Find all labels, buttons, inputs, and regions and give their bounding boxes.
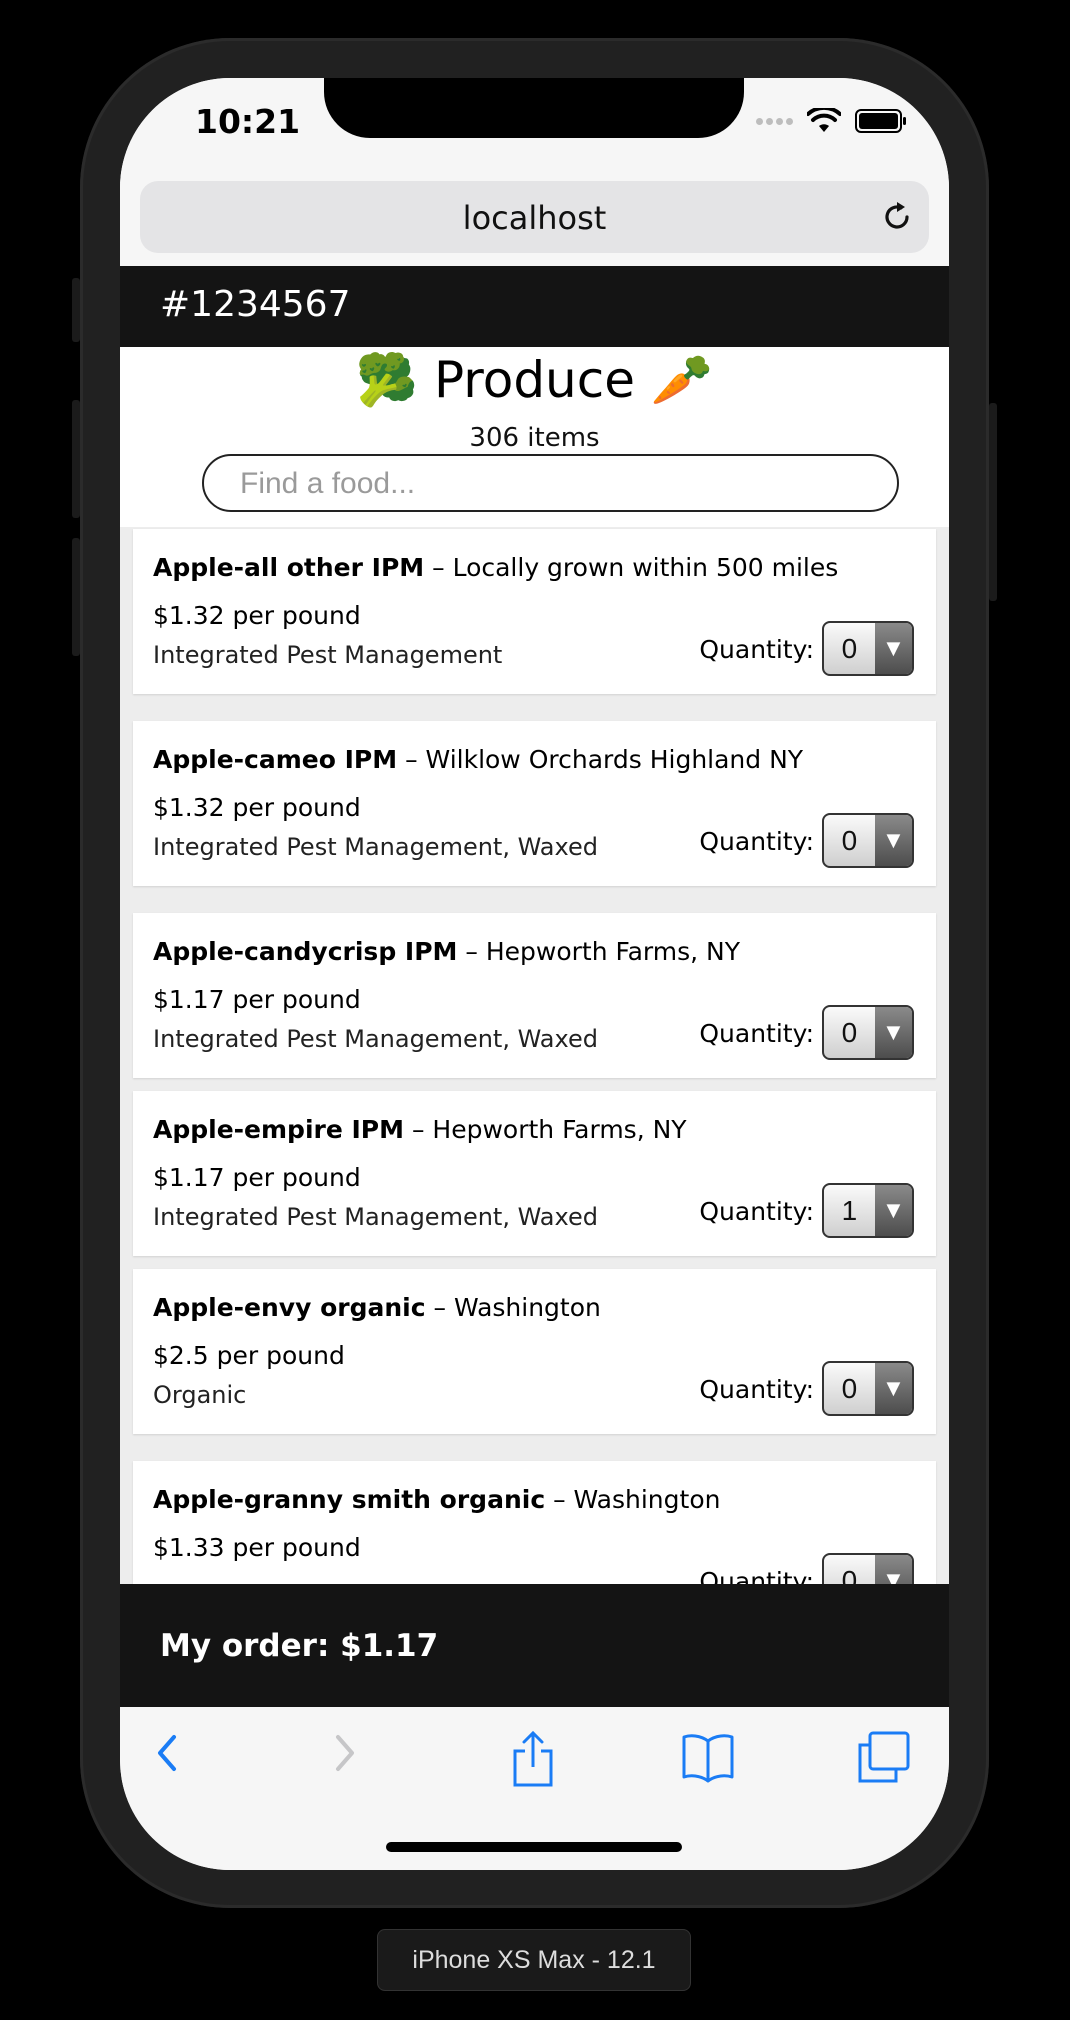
quantity-label: Quantity: (699, 635, 814, 664)
quantity-select[interactable]: 0 ▼ (822, 1553, 914, 1587)
order-id: #1234567 (160, 284, 351, 325)
item-title: Apple-cameo IPM – Wilklow Orchards Highl… (153, 745, 803, 774)
quantity-select[interactable]: 0 ▼ (822, 1361, 914, 1416)
device-side-button (72, 278, 80, 342)
item-price: $1.32 per pound (153, 601, 361, 630)
device-side-button (989, 403, 997, 601)
status-icons (756, 108, 907, 134)
item-price: $1.17 per pound (153, 1163, 361, 1192)
item-notes: Integrated Pest Management, Waxed (153, 833, 598, 861)
quantity-label: Quantity: (699, 827, 814, 856)
item-title: Apple-empire IPM – Hepworth Farms, NY (153, 1115, 687, 1144)
device-side-button (72, 538, 80, 656)
search-input[interactable] (238, 466, 882, 502)
list-item: Apple-granny smith organic – Washington … (133, 1461, 936, 1587)
quantity-value: 0 (841, 1017, 858, 1048)
chevron-down-icon: ▼ (874, 815, 912, 866)
battery-icon (855, 109, 906, 133)
order-total[interactable]: My order: $1.17 (160, 1628, 438, 1664)
item-separator: – (457, 937, 486, 966)
item-name: Apple-envy organic (153, 1293, 426, 1322)
item-price: $1.33 per pound (153, 1533, 361, 1562)
item-separator: – (397, 745, 426, 774)
search-field[interactable] (202, 454, 899, 512)
quantity-label: Quantity: (699, 1375, 814, 1404)
item-origin: Hepworth Farms, NY (485, 937, 740, 966)
chevron-down-icon: ▼ (874, 1555, 912, 1587)
bookmarks-icon[interactable] (680, 1729, 736, 1785)
share-icon[interactable] (510, 1729, 556, 1789)
back-icon[interactable] (148, 1729, 184, 1777)
list-item: Apple-all other IPM – Locally grown with… (133, 529, 936, 694)
order-header: #1234567 (120, 266, 949, 347)
home-indicator[interactable] (386, 1842, 682, 1852)
list-item: Apple-cameo IPM – Wilklow Orchards Highl… (133, 721, 936, 886)
item-price: $1.17 per pound (153, 985, 361, 1014)
page-content[interactable]: 🥦 Produce 🥕 306 items Apple-all other IP… (120, 347, 949, 1587)
item-notes: Integrated Pest Management, Waxed (153, 1203, 598, 1231)
chevron-down-icon: ▼ (874, 1007, 912, 1058)
item-origin: Washington (453, 1293, 601, 1322)
chevron-down-icon: ▼ (874, 1185, 912, 1236)
item-notes: Organic (153, 1381, 247, 1409)
chevron-down-icon: ▼ (874, 623, 912, 674)
item-separator: – (404, 1115, 433, 1144)
list-item: Apple-candycrisp IPM – Hepworth Farms, N… (133, 913, 936, 1078)
item-origin: Locally grown within 500 miles (452, 553, 839, 582)
item-name: Apple-all other IPM (153, 553, 425, 582)
item-origin: Washington (573, 1485, 721, 1514)
reload-icon[interactable] (879, 199, 915, 235)
quantity-select[interactable]: 0 ▼ (822, 621, 914, 676)
item-title: Apple-all other IPM – Locally grown with… (153, 553, 838, 582)
quantity-value: 1 (841, 1195, 858, 1226)
phone-screen: 10:21 localhost #1234567 🥦 Produce 🥕 306… (120, 78, 949, 1870)
item-origin: Hepworth Farms, NY (432, 1115, 687, 1144)
item-separator: – (425, 1293, 454, 1322)
item-origin: Wilklow Orchards Highland NY (425, 745, 804, 774)
quantity-select[interactable]: 0 ▼ (822, 813, 914, 868)
chevron-down-icon: ▼ (874, 1363, 912, 1414)
notch (324, 78, 744, 138)
item-name: Apple-cameo IPM (153, 745, 398, 774)
item-name: Apple-granny smith organic (153, 1485, 546, 1514)
quantity-label: Quantity: (699, 1197, 814, 1226)
list-item: Apple-empire IPM – Hepworth Farms, NY $1… (133, 1091, 936, 1256)
address-bar[interactable]: localhost (140, 181, 929, 253)
item-price: $1.32 per pound (153, 793, 361, 822)
browser-chrome: localhost (120, 173, 949, 268)
item-title: Apple-envy organic – Washington (153, 1293, 601, 1322)
item-title: Apple-candycrisp IPM – Hepworth Farms, N… (153, 937, 740, 966)
forward-icon[interactable] (328, 1729, 364, 1777)
status-bar: 10:21 (120, 78, 949, 173)
quantity-select[interactable]: 1 ▼ (822, 1183, 914, 1238)
item-notes: Integrated Pest Management (153, 641, 503, 669)
item-count: 306 items (469, 423, 600, 453)
url-text: localhost (462, 199, 607, 237)
quantity-value: 0 (841, 1373, 858, 1404)
quantity-select[interactable]: 0 ▼ (822, 1005, 914, 1060)
page-title: 🥦 Produce 🥕 (355, 351, 714, 409)
cellular-signal-icon (756, 117, 793, 125)
item-name: Apple-empire IPM (153, 1115, 405, 1144)
device-side-button (72, 400, 80, 518)
tabs-icon[interactable] (856, 1729, 912, 1785)
item-notes: Integrated Pest Management, Waxed (153, 1025, 598, 1053)
item-title: Apple-granny smith organic – Washington (153, 1485, 720, 1514)
item-name: Apple-candycrisp IPM (153, 937, 458, 966)
item-separator: – (545, 1485, 574, 1514)
status-time: 10:21 (195, 102, 301, 141)
quantity-value: 0 (841, 633, 858, 664)
quantity-value: 0 (841, 825, 858, 856)
simulator-device-label: iPhone XS Max - 12.1 (377, 1929, 691, 1991)
item-price: $2.5 per pound (153, 1341, 345, 1370)
order-footer[interactable]: My order: $1.17 (120, 1584, 949, 1707)
list-item: Apple-envy organic – Washington $2.5 per… (133, 1269, 936, 1434)
wifi-icon (807, 108, 841, 132)
quantity-label: Quantity: (699, 1019, 814, 1048)
item-separator: – (424, 553, 453, 582)
quantity-value: 0 (841, 1565, 858, 1587)
